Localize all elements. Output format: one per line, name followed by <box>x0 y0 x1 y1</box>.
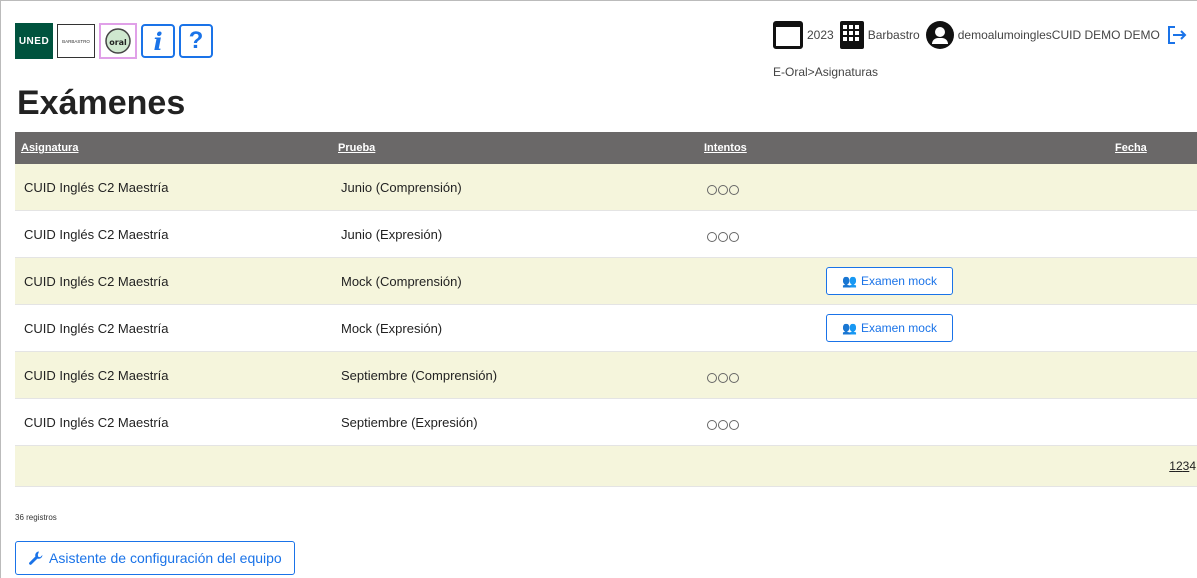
cell-intentos <box>698 210 1109 258</box>
cell-intentos <box>698 398 1109 446</box>
cell-prueba: Mock (Comprensión) <box>332 257 698 305</box>
cell-intentos: 👥 Examen mock <box>698 304 1109 352</box>
page-title: Exámenes <box>17 84 186 122</box>
table-row: CUID Inglés C2 Maestría Mock (Comprensió… <box>15 257 1197 305</box>
cell-prueba: Junio (Expresión) <box>332 210 698 258</box>
cell-prueba: Junio (Comprensión) <box>332 164 698 211</box>
building-icon <box>839 21 864 49</box>
user-menu[interactable]: demoalumoinglesCUID DEMO DEMO <box>925 21 1160 49</box>
barbastro-logo[interactable]: BARBASTRO <box>57 24 95 58</box>
cell-fecha <box>1109 164 1197 211</box>
mock-exam-label: Examen mock <box>860 274 937 288</box>
cell-asignatura: CUID Inglés C2 Maestría <box>15 304 332 352</box>
logo-bar: UNED BARBASTRO oral i ? <box>15 23 213 59</box>
cell-asignatura: CUID Inglés C2 Maestría <box>15 210 332 258</box>
attempts-indicator <box>707 419 739 430</box>
cell-fecha <box>1109 210 1197 258</box>
user-icon <box>925 21 954 49</box>
uned-logo[interactable]: UNED <box>15 23 53 59</box>
cell-prueba: Septiembre (Comprensión) <box>332 351 698 399</box>
table-row: CUID Inglés C2 Maestría Mock (Expresión)… <box>15 304 1197 352</box>
table-row: CUID Inglés C2 Maestría Septiembre (Comp… <box>15 351 1197 399</box>
user-name: demoalumoinglesCUID DEMO DEMO <box>957 28 1160 42</box>
cell-fecha <box>1109 257 1197 305</box>
headset-icon: oral <box>105 28 131 54</box>
calendar-icon <box>773 21 803 49</box>
center-selector[interactable]: Barbastro <box>839 21 920 49</box>
center-label: Barbastro <box>867 28 920 42</box>
mock-exam-button[interactable]: 👥 Examen mock <box>826 267 953 295</box>
cell-fecha <box>1109 351 1197 399</box>
wrench-icon <box>29 551 43 565</box>
mock-exam-button[interactable]: 👥 Examen mock <box>826 314 953 342</box>
breadcrumb: E-Oral>Asignaturas <box>773 65 878 79</box>
mock-exam-icon: 👥 <box>842 274 857 288</box>
breadcrumb-current: Asignaturas <box>814 65 879 79</box>
cell-asignatura: CUID Inglés C2 Maestría <box>15 398 332 446</box>
cell-prueba: Mock (Expresión) <box>332 304 698 352</box>
pagination: 1234 <box>15 445 1197 487</box>
cell-fecha <box>1109 398 1197 446</box>
table-header-row: Asignatura Prueba Intentos Fecha <box>15 132 1197 164</box>
attempts-indicator <box>707 231 739 242</box>
cell-intentos: 👥 Examen mock <box>698 257 1109 305</box>
year-selector[interactable]: 2023 <box>773 21 834 49</box>
pagination-row: 1234 <box>15 445 1197 487</box>
table-row: CUID Inglés C2 Maestría Junio (Expresión… <box>15 210 1197 258</box>
breadcrumb-separator: > <box>807 65 815 79</box>
header-intentos[interactable]: Intentos <box>698 132 1109 164</box>
table-row: CUID Inglés C2 Maestría Septiembre (Expr… <box>15 398 1197 446</box>
attempts-indicator <box>707 184 739 195</box>
cell-prueba: Septiembre (Expresión) <box>332 398 698 446</box>
cell-asignatura: CUID Inglés C2 Maestría <box>15 257 332 305</box>
mock-exam-icon: 👥 <box>842 321 857 335</box>
mock-exam-label: Examen mock <box>860 321 937 335</box>
cell-asignatura: CUID Inglés C2 Maestría <box>15 351 332 399</box>
attempts-indicator <box>707 372 739 383</box>
breadcrumb-eoral[interactable]: E-Oral <box>773 65 808 79</box>
header-prueba[interactable]: Prueba <box>332 132 698 164</box>
oral-logo-text: oral <box>109 38 127 47</box>
cell-asignatura: CUID Inglés C2 Maestría <box>15 164 332 211</box>
logout-icon[interactable] <box>1166 24 1188 46</box>
info-button[interactable]: i <box>141 24 175 58</box>
header-fecha[interactable]: Fecha <box>1109 132 1197 164</box>
setup-wizard-button[interactable]: Asistente de configuración del equipo <box>15 541 295 575</box>
records-count: 36 registros <box>15 513 57 522</box>
exams-table: Asignatura Prueba Intentos Fecha CUID In… <box>15 132 1197 487</box>
table-row: CUID Inglés C2 Maestría Junio (Comprensi… <box>15 164 1197 211</box>
page-current-4: 4 <box>1189 459 1196 473</box>
eoral-logo[interactable]: oral <box>99 23 137 59</box>
page-link-1[interactable]: 1 <box>1169 459 1176 473</box>
page-link-2[interactable]: 2 <box>1176 459 1183 473</box>
cell-fecha <box>1109 304 1197 352</box>
header-asignatura[interactable]: Asignatura <box>15 132 332 164</box>
top-bar: 2023 Barbastro demoalumoinglesCUID DEMO … <box>773 21 1188 49</box>
cell-intentos <box>698 351 1109 399</box>
setup-wizard-label: Asistente de configuración del equipo <box>49 550 282 566</box>
year-label: 2023 <box>807 28 834 42</box>
cell-intentos <box>698 164 1109 211</box>
help-button[interactable]: ? <box>179 24 213 58</box>
